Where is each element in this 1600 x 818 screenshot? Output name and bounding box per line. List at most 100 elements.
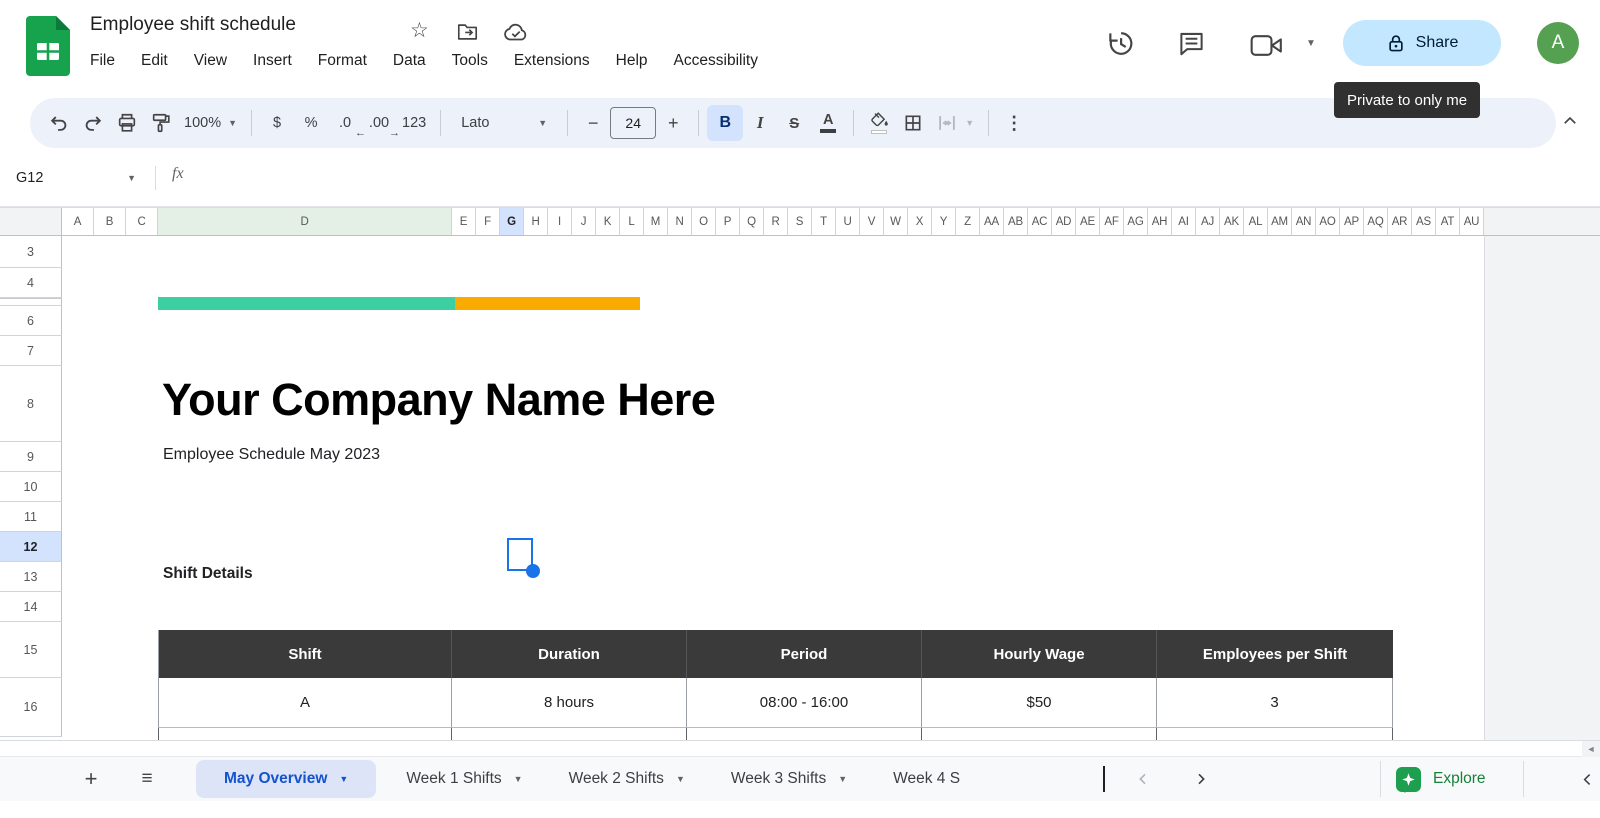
column-header-K[interactable]: K [596, 208, 620, 235]
table-cell[interactable]: $50 [922, 678, 1157, 728]
select-all-corner[interactable] [0, 208, 62, 235]
row-header-7[interactable]: 7 [0, 336, 62, 366]
menu-tools[interactable]: Tools [452, 50, 488, 72]
column-header-Q[interactable]: Q [740, 208, 764, 235]
table-header-cell[interactable]: Shift [158, 630, 452, 678]
column-header-AS[interactable]: AS [1412, 208, 1436, 235]
column-header-R[interactable]: R [764, 208, 788, 235]
row-header-6[interactable]: 6 [0, 306, 62, 336]
formula-input[interactable] [210, 164, 1580, 192]
column-header-AG[interactable]: AG [1124, 208, 1148, 235]
column-header-AT[interactable]: AT [1436, 208, 1460, 235]
version-history-icon[interactable] [1102, 25, 1138, 61]
merge-cells-button[interactable]: ▼ [930, 105, 980, 141]
column-header-J[interactable]: J [572, 208, 596, 235]
zoom-select[interactable]: 100%▼ [178, 105, 243, 141]
column-header-X[interactable]: X [908, 208, 932, 235]
column-header-H[interactable]: H [524, 208, 548, 235]
column-header-N[interactable]: N [668, 208, 692, 235]
sheet-tab-dropdown-arrow[interactable]: ▼ [838, 774, 847, 784]
horizontal-scrollbar[interactable]: ◄ [0, 741, 1600, 757]
row-header-16[interactable]: 16 [0, 678, 62, 737]
table-cell[interactable]: 3 [1157, 678, 1393, 728]
comments-icon[interactable] [1173, 25, 1209, 61]
row-header-15[interactable]: 15 [0, 622, 62, 678]
table-cell[interactable]: A [158, 678, 452, 728]
redo-button[interactable] [76, 105, 110, 141]
hide-menus-chevron-icon[interactable] [1552, 103, 1588, 139]
column-header-AO[interactable]: AO [1316, 208, 1340, 235]
row-header-11[interactable]: 11 [0, 502, 62, 532]
column-header-AB[interactable]: AB [1004, 208, 1028, 235]
row-header-14[interactable]: 14 [0, 592, 62, 622]
table-header-cell[interactable]: Employees per Shift [1157, 630, 1393, 678]
font-size-input[interactable]: 24 [610, 107, 656, 139]
column-header-T[interactable]: T [812, 208, 836, 235]
more-formats-button[interactable]: 123 [396, 105, 432, 141]
borders-button[interactable] [896, 105, 930, 141]
column-header-B[interactable]: B [94, 208, 126, 235]
row-header-4[interactable]: 4 [0, 268, 62, 298]
column-header-AJ[interactable]: AJ [1196, 208, 1220, 235]
column-header-AQ[interactable]: AQ [1364, 208, 1388, 235]
tab-scroll-right-icon[interactable] [1186, 764, 1216, 794]
column-header-AH[interactable]: AH [1148, 208, 1172, 235]
column-header-G[interactable]: G [500, 208, 524, 235]
column-header-O[interactable]: O [692, 208, 716, 235]
table-cell[interactable]: 08:00 - 16:00 [687, 678, 922, 728]
column-header-AD[interactable]: AD [1052, 208, 1076, 235]
hidden-row-5-indicator[interactable] [0, 298, 62, 306]
company-name-text[interactable]: Your Company Name Here [162, 374, 715, 426]
column-header-U[interactable]: U [836, 208, 860, 235]
scroll-left-arrow-icon[interactable]: ◄ [1582, 741, 1600, 757]
star-icon[interactable]: ☆ [410, 21, 434, 43]
menu-file[interactable]: File [90, 50, 115, 72]
menu-edit[interactable]: Edit [141, 50, 168, 72]
decrease-decimals-button[interactable]: .0← [328, 105, 362, 141]
row-header-12[interactable]: 12 [0, 532, 62, 562]
print-button[interactable] [110, 105, 144, 141]
move-folder-icon[interactable] [456, 21, 480, 43]
column-header-AA[interactable]: AA [980, 208, 1004, 235]
sheet-tab-week-1-shifts[interactable]: Week 1 Shifts▼ [390, 760, 538, 798]
menu-accessibility[interactable]: Accessibility [674, 50, 758, 72]
spreadsheet-grid[interactable]: 34678910111213141516 Your Company Name H… [0, 236, 1600, 741]
add-sheet-button[interactable]: + [76, 766, 106, 792]
table-header-cell[interactable]: Period [687, 630, 922, 678]
sheet-tab-week-4-s[interactable]: Week 4 S [877, 760, 976, 798]
column-header-D[interactable]: D [158, 208, 452, 235]
column-header-Y[interactable]: Y [932, 208, 956, 235]
table-cell[interactable]: 8 hours [452, 678, 687, 728]
strikethrough-button[interactable]: S [777, 105, 811, 141]
column-header-C[interactable]: C [126, 208, 158, 235]
name-box[interactable]: G12 ▼ [16, 164, 142, 192]
row-header-8[interactable]: 8 [0, 366, 62, 442]
bold-button[interactable]: B [707, 105, 743, 141]
column-header-AF[interactable]: AF [1100, 208, 1124, 235]
column-header-F[interactable]: F [476, 208, 500, 235]
sheet-tab-week-2-shifts[interactable]: Week 2 Shifts▼ [553, 760, 701, 798]
cloud-saved-icon[interactable] [503, 21, 527, 43]
format-percent-button[interactable]: % [294, 105, 328, 141]
document-title[interactable]: Employee shift schedule [90, 14, 296, 36]
column-header-V[interactable]: V [860, 208, 884, 235]
column-header-I[interactable]: I [548, 208, 572, 235]
text-color-button[interactable]: A [811, 105, 845, 141]
column-header-AM[interactable]: AM [1268, 208, 1292, 235]
sheet-tab-dropdown-arrow[interactable]: ▼ [676, 774, 685, 784]
column-header-P[interactable]: P [716, 208, 740, 235]
meet-camera-icon[interactable] [1248, 27, 1284, 63]
column-header-S[interactable]: S [788, 208, 812, 235]
sheet-tab-may-overview[interactable]: May Overview▼ [196, 760, 376, 798]
row-header-9[interactable]: 9 [0, 442, 62, 472]
column-header-AI[interactable]: AI [1172, 208, 1196, 235]
menu-data[interactable]: Data [393, 50, 426, 72]
row-header-3[interactable]: 3 [0, 236, 62, 268]
avatar[interactable]: A [1537, 22, 1579, 64]
column-header-AP[interactable]: AP [1340, 208, 1364, 235]
column-header-AU[interactable]: AU [1460, 208, 1484, 235]
menu-extensions[interactable]: Extensions [514, 50, 590, 72]
column-header-E[interactable]: E [452, 208, 476, 235]
column-header-AE[interactable]: AE [1076, 208, 1100, 235]
menu-view[interactable]: View [194, 50, 227, 72]
